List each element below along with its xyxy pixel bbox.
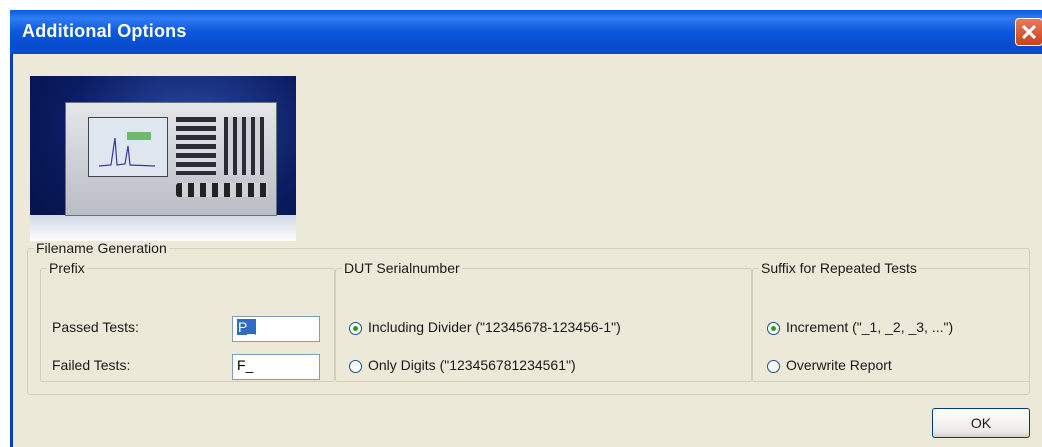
failed-tests-input[interactable]: F_ <box>232 354 320 380</box>
suffix-legend: Suffix for Repeated Tests <box>761 260 917 276</box>
including-divider-radio[interactable] <box>349 322 362 335</box>
prefix-group: Prefix Passed Tests: P_ Failed Tests: F_ <box>40 260 335 382</box>
filename-generation-legend: Filename Generation <box>36 240 167 256</box>
suffix-group: Suffix for Repeated Tests Increment ("_1… <box>752 260 1030 382</box>
failed-tests-label: Failed Tests: <box>52 357 131 373</box>
close-button[interactable] <box>1015 18 1042 46</box>
prefix-legend: Prefix <box>49 260 85 276</box>
close-icon <box>1022 25 1036 39</box>
title-bar[interactable]: Additional Options <box>10 10 1042 54</box>
failed-tests-value: F_ <box>237 357 254 373</box>
dut-serialnumber-group: DUT Serialnumber Including Divider ("123… <box>335 260 752 382</box>
only-digits-label[interactable]: Only Digits ("123456781234561") <box>368 357 576 373</box>
overwrite-report-radio[interactable] <box>767 360 780 373</box>
window-title: Additional Options <box>22 21 187 41</box>
ok-button[interactable]: OK <box>932 408 1030 438</box>
including-divider-label[interactable]: Including Divider ("12345678-123456-1") <box>368 319 621 335</box>
dialog-window: Additional Options Filename Generation P… <box>10 10 1042 447</box>
passed-tests-value: P_ <box>237 319 257 335</box>
passed-tests-label: Passed Tests: <box>52 319 139 335</box>
only-digits-radio[interactable] <box>349 360 362 373</box>
dut-serialnumber-legend: DUT Serialnumber <box>344 260 460 276</box>
instrument-image <box>30 76 296 241</box>
passed-tests-input[interactable]: P_ <box>232 316 320 342</box>
increment-label[interactable]: Increment ("_1, _2, _3, ...") <box>786 319 953 335</box>
overwrite-report-label[interactable]: Overwrite Report <box>786 357 892 373</box>
increment-radio[interactable] <box>767 322 780 335</box>
